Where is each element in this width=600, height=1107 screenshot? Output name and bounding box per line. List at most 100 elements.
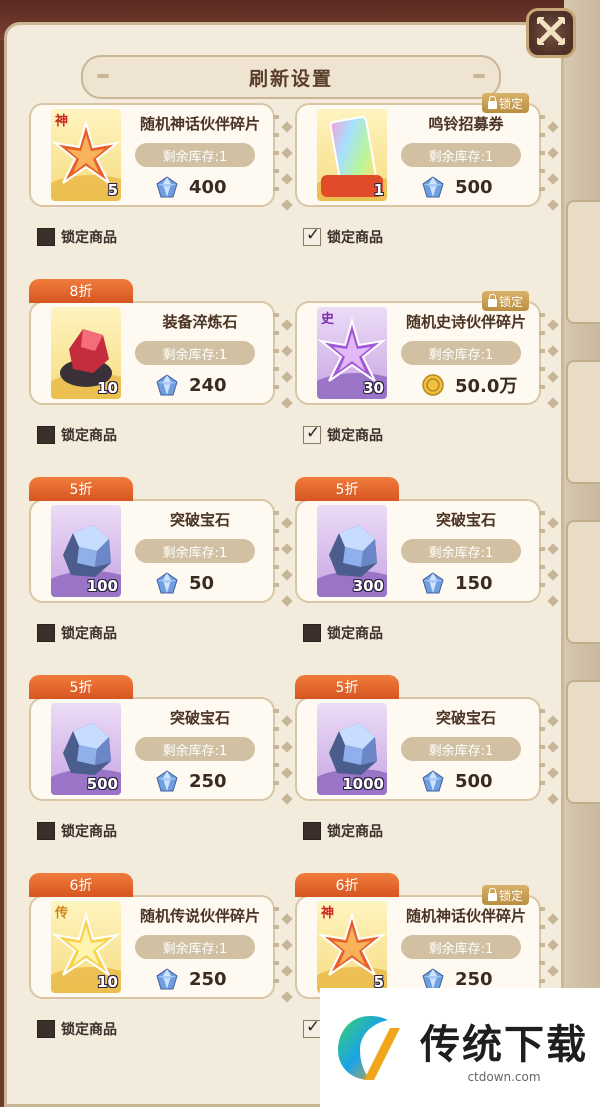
header-ornament — [473, 74, 485, 78]
diamond-gem-icon — [421, 769, 445, 793]
discount-tab: 5折 — [295, 477, 399, 501]
item-icon-frame: 1 — [317, 109, 387, 201]
discount-tab: 5折 — [29, 477, 133, 501]
lock-item-toggle[interactable]: ✓ 锁定商品 — [303, 225, 383, 247]
lock-icon — [487, 887, 497, 901]
item-price: 50.0万 — [455, 376, 518, 397]
dialog-title: 刷新设置 — [248, 67, 333, 90]
shop-item-card[interactable]: 5折 300 突破宝石 剩余库存:1 150 — [295, 477, 559, 607]
card-side-ornament — [281, 715, 293, 821]
lock-item-toggle[interactable]: 锁定商品 — [37, 1019, 117, 1039]
item-icon-frame: 500 — [51, 703, 121, 795]
lock-item-toggle[interactable]: 锁定商品 — [37, 623, 117, 643]
item-icon-frame: 100 — [51, 505, 121, 597]
remaining-stock: 剩余库存:1 — [401, 539, 521, 563]
shop-item-card[interactable]: 5折 100 突破宝石 剩余库存:1 50 — [29, 477, 293, 607]
svg-text:神: 神 — [55, 113, 68, 129]
shop-item-card[interactable]: 8折 10 装备淬炼石 剩余库存:1 240 — [29, 279, 293, 409]
diamond-gem-icon — [155, 373, 179, 397]
lock-icon — [487, 293, 497, 307]
locked-tag-label: 锁定 — [498, 294, 523, 309]
locked-tag-label: 锁定 — [498, 96, 523, 111]
lock-item-checkbox[interactable] — [37, 1020, 55, 1038]
lock-item-label: 锁定商品 — [61, 230, 117, 246]
item-quantity: 10 — [97, 379, 118, 397]
price-row: 240 — [155, 371, 227, 399]
item-name: 突破宝石 — [435, 709, 496, 727]
remaining-stock: 剩余库存:1 — [135, 935, 255, 959]
lock-item-toggle[interactable]: ✓ 锁定商品 — [303, 423, 383, 445]
lock-item-checkbox[interactable] — [37, 426, 55, 444]
gold-coin-icon — [421, 373, 445, 397]
item-icon-frame: 神 5 — [51, 109, 121, 201]
shop-item-card[interactable]: 6折 传 10 随机传说伙伴碎片 剩余库存:1 250 — [29, 873, 293, 1003]
discount-tab: 5折 — [295, 675, 399, 699]
item-icon-frame: 史 30 — [317, 307, 387, 399]
lock-item-toggle[interactable]: 锁定商品 — [37, 425, 117, 445]
price-row: 500 — [421, 767, 493, 795]
item-name: 装备淬炼石 — [162, 313, 238, 331]
lock-item-toggle[interactable]: 锁定商品 — [303, 623, 383, 643]
item-icon-frame: 10 — [51, 307, 121, 399]
remaining-stock: 剩余库存:1 — [401, 143, 521, 167]
lock-item-label: 锁定商品 — [61, 824, 117, 840]
lock-item-checkbox[interactable] — [37, 228, 55, 246]
shop-item-card[interactable]: 锁定 史 30 随机史诗伙伴碎片 剩余库存:1 50.0万 — [295, 291, 559, 409]
card-side-ornament — [547, 319, 559, 425]
card-side-ornament — [547, 121, 559, 227]
price-row: 400 — [155, 173, 227, 201]
background-side-tab — [566, 520, 600, 644]
lock-item-label: 锁定商品 — [327, 824, 383, 840]
lock-item-checkbox[interactable]: ✓ — [303, 1017, 321, 1038]
card-side-ornament — [547, 715, 559, 821]
lock-item-checkbox[interactable]: ✓ — [303, 423, 321, 444]
item-price: 250 — [189, 968, 227, 990]
card-side-ornament — [281, 121, 293, 227]
lock-item-toggle[interactable]: 锁定商品 — [37, 821, 117, 841]
lock-item-toggle[interactable]: 锁定商品 — [37, 227, 117, 247]
item-price: 500 — [455, 176, 493, 198]
lock-item-checkbox[interactable] — [37, 822, 55, 840]
item-quantity: 100 — [86, 577, 118, 595]
shop-item-card[interactable]: 6折 锁定 神 5 随机神话伙伴碎片 剩余库存:1 250 — [295, 873, 559, 1003]
item-quantity: 1000 — [342, 775, 384, 793]
locked-tag-label: 锁定 — [498, 888, 523, 903]
diamond-gem-icon — [155, 967, 179, 991]
discount-tab: 6折 — [29, 873, 133, 897]
remaining-stock: 剩余库存:1 — [135, 539, 255, 563]
checkmark-icon: ✓ — [306, 225, 321, 245]
shop-item-card[interactable]: 5折 500 突破宝石 剩余库存:1 250 — [29, 675, 293, 805]
locked-tag: 锁定 — [481, 291, 529, 311]
lock-item-checkbox[interactable] — [303, 822, 321, 840]
shop-item-card[interactable]: 神 5 随机神话伙伴碎片 剩余库存:1 400 — [29, 103, 293, 211]
lock-item-toggle[interactable]: 锁定商品 — [303, 821, 383, 841]
close-button[interactable] — [526, 8, 576, 58]
discount-tab: 5折 — [29, 675, 133, 699]
locked-tag: 锁定 — [481, 93, 529, 113]
item-icon-frame: 300 — [317, 505, 387, 597]
lock-icon — [487, 95, 497, 109]
item-price: 250 — [189, 770, 227, 792]
price-row: 50 — [155, 569, 214, 597]
remaining-stock: 剩余库存:1 — [135, 737, 255, 761]
header-ornament — [97, 74, 109, 78]
lock-item-checkbox[interactable]: ✓ — [303, 225, 321, 246]
remaining-stock: 剩余库存:1 — [401, 935, 521, 959]
lock-item-label: 锁定商品 — [61, 626, 117, 642]
item-icon-frame: 传 10 — [51, 901, 121, 993]
svg-text:史: 史 — [321, 311, 335, 327]
shop-item-card[interactable]: 5折 1000 突破宝石 剩余库存:1 500 — [295, 675, 559, 805]
item-price: 240 — [189, 374, 227, 396]
lock-item-checkbox[interactable] — [37, 624, 55, 642]
remaining-stock: 剩余库存:1 — [135, 143, 255, 167]
item-icon-frame: 神 5 — [317, 901, 387, 993]
item-name: 突破宝石 — [435, 511, 496, 529]
item-quantity: 1 — [373, 181, 384, 199]
diamond-gem-icon — [155, 175, 179, 199]
shop-item-card[interactable]: 锁定 1 鸣铃招募券 剩余库存:1 500 — [295, 93, 559, 211]
checkmark-icon: ✓ — [306, 1017, 321, 1037]
card-side-ornament — [547, 517, 559, 623]
remaining-stock: 剩余库存:1 — [401, 737, 521, 761]
lock-item-checkbox[interactable] — [303, 624, 321, 642]
lock-item-label: 锁定商品 — [327, 428, 383, 444]
